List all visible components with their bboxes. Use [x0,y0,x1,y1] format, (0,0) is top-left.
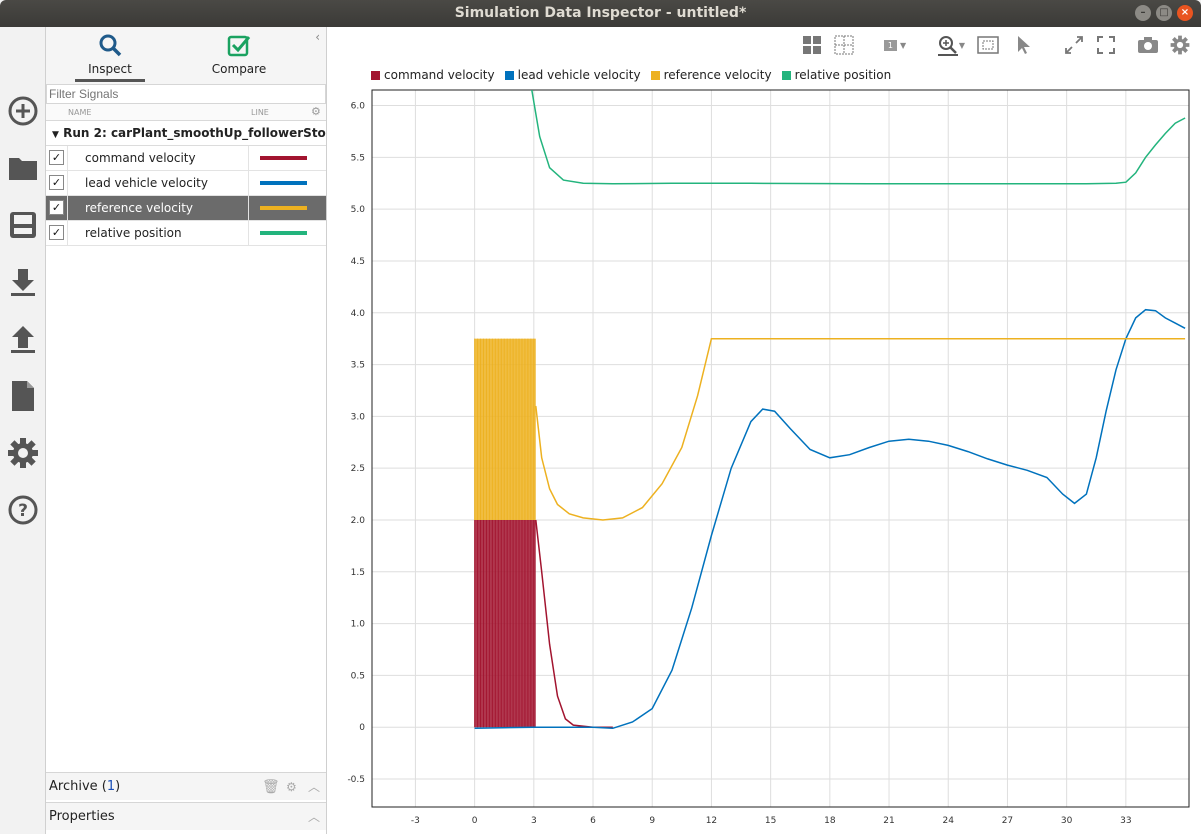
left-toolbar: ? [0,27,46,834]
window-titlebar: Simulation Data Inspector - untitled* – … [0,0,1201,27]
trash-icon[interactable]: 🗑 [262,773,280,801]
signal-table-header: NAME LINE ⚙ [46,104,326,121]
signal-line-swatch[interactable] [260,156,307,160]
signal-name: lead vehicle velocity [85,176,208,190]
archive-count: 1 [106,779,116,794]
chevron-up-icon[interactable]: ︿ [308,803,320,831]
signal-checkbox[interactable]: ✓ [49,175,64,190]
tab-inspect-label: Inspect [88,62,132,76]
run-row[interactable]: ▼ Run 2: carPlant_smoothUp_followerStopp… [46,121,326,146]
y-tick-label: 3.0 [351,412,366,422]
signal-checkbox[interactable]: ✓ [49,150,64,165]
x-tick-label: 24 [943,816,955,826]
x-tick-label: 30 [1061,816,1073,826]
collapse-panel-icon[interactable]: ‹ [315,30,320,44]
y-tick-label: 4.5 [351,257,365,267]
y-tick-label: 6.0 [351,102,366,112]
document-icon[interactable] [6,379,40,413]
svg-text:?: ? [18,501,28,521]
tab-compare[interactable]: Compare [204,33,274,76]
signal-row-selected[interactable]: ✓ reference velocity [46,196,326,221]
y-tick-label: 0 [359,723,365,733]
archive-settings-icon[interactable]: ⚙ [286,773,297,801]
signal-line-swatch[interactable] [260,206,307,210]
properties-label: Properties [49,809,115,824]
y-tick-label: 2.0 [351,516,366,526]
signal-checkbox[interactable]: ✓ [49,225,64,240]
y-tick-label: 1.0 [351,620,366,630]
y-tick-label: 4.0 [351,309,366,319]
add-icon[interactable] [6,94,40,128]
x-tick-label: 9 [649,816,655,826]
signal-name: relative position [85,226,182,240]
chevron-up-icon[interactable]: ︿ [308,773,320,801]
signal-row[interactable]: ✓ relative position [46,221,326,246]
help-icon[interactable]: ? [6,493,40,527]
archive-section[interactable]: Archive (1) 🗑 ⚙ ︿ [46,772,326,800]
y-tick-label: 5.5 [351,153,365,163]
tab-active-indicator [75,79,145,82]
minimize-button[interactable]: – [1135,5,1151,21]
signal-checkbox[interactable]: ✓ [49,200,64,215]
y-tick-label: 5.0 [351,205,366,215]
signal-line-swatch[interactable] [260,231,307,235]
y-tick-label: 0.5 [351,671,365,681]
panel-tabs: Inspect Compare ‹ [46,27,326,84]
column-line-header: LINE [251,108,269,117]
x-tick-label: 27 [1002,816,1013,826]
x-tick-label: 12 [706,816,717,826]
signal-row[interactable]: ✓ command velocity [46,146,326,171]
signal-name: reference velocity [85,201,194,215]
y-tick-label: 3.5 [351,361,365,371]
column-name-header: NAME [68,108,92,117]
signal-name: command velocity [85,151,196,165]
x-tick-label: 3 [531,816,537,826]
properties-section[interactable]: Properties ︿ [46,802,326,830]
checkbox-icon [227,35,251,57]
tab-compare-label: Compare [211,62,267,76]
signal-row[interactable]: ✓ lead vehicle velocity [46,171,326,196]
x-tick-label: 18 [824,816,836,826]
plot-area: 1 ▼ ▼ command velocity lead vehicle velo… [327,27,1201,834]
search-icon [99,34,122,57]
gear-icon[interactable] [6,436,40,470]
window-title: Simulation Data Inspector - untitled* [454,5,747,21]
y-tick-label: 1.5 [351,568,365,578]
download-icon[interactable] [6,265,40,299]
x-tick-label: 6 [590,816,596,826]
upload-icon[interactable] [6,322,40,356]
x-tick-label: -3 [411,816,420,826]
filter-signals-input[interactable] [46,84,326,104]
archive-label-suffix: ) [115,779,121,794]
signal-line-swatch[interactable] [260,181,307,185]
x-tick-label: 33 [1120,816,1131,826]
line-chart[interactable]: -3 0 3 6 9 12 15 18 21 24 27 30 33 -0.5 0 0.5 1.0 1.5 2.0 2… [327,27,1201,834]
x-tick-label: 21 [883,816,894,826]
x-tick-label: 0 [472,816,478,826]
folder-icon[interactable] [6,151,40,185]
archive-label: Archive ( [49,779,107,794]
run-label: Run 2: carPlant_smoothUp_followerStopper… [63,126,326,140]
maximize-button[interactable]: □ [1156,5,1172,21]
close-button[interactable]: × [1177,5,1193,21]
tab-inspect[interactable]: Inspect [75,33,145,76]
y-tick-label: 2.5 [351,464,365,474]
signal-panel: Inspect Compare ‹ NAME LINE ⚙ ▼ Run 2: c… [46,27,327,834]
y-tick-label: -0.5 [347,775,365,785]
chevron-down-icon[interactable]: ▼ [52,130,59,140]
x-tick-label: 15 [765,816,776,826]
column-settings-icon[interactable]: ⚙ [311,105,321,118]
save-icon[interactable] [6,208,40,242]
